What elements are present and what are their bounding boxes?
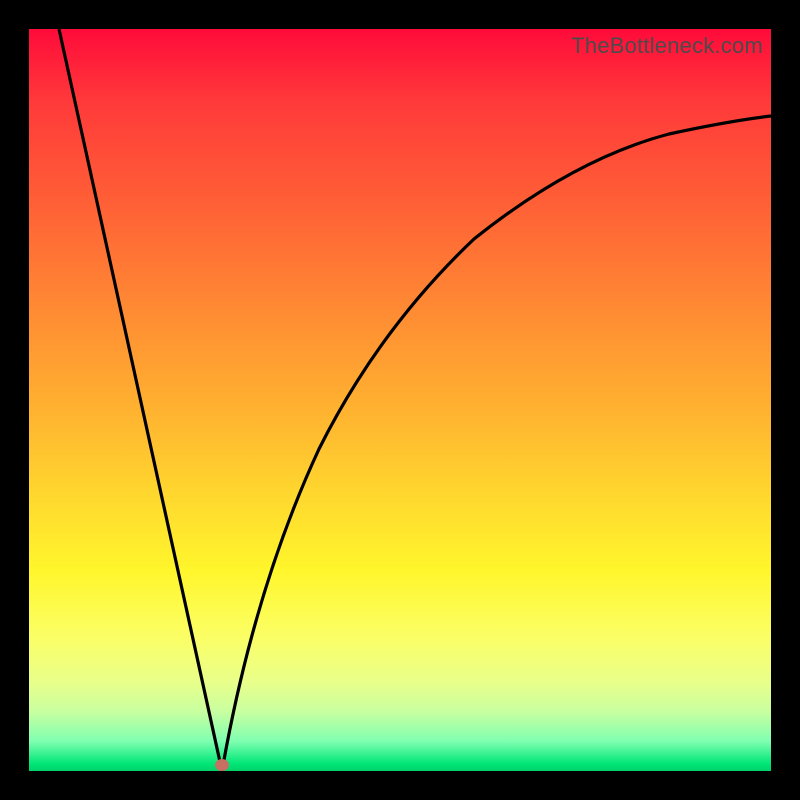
curve-layer [29, 29, 771, 771]
plot-area: TheBottleneck.com [29, 29, 771, 771]
right-curve [222, 116, 771, 771]
chart-frame: TheBottleneck.com [0, 0, 800, 800]
left-line [59, 29, 222, 771]
minimum-marker [215, 759, 229, 771]
